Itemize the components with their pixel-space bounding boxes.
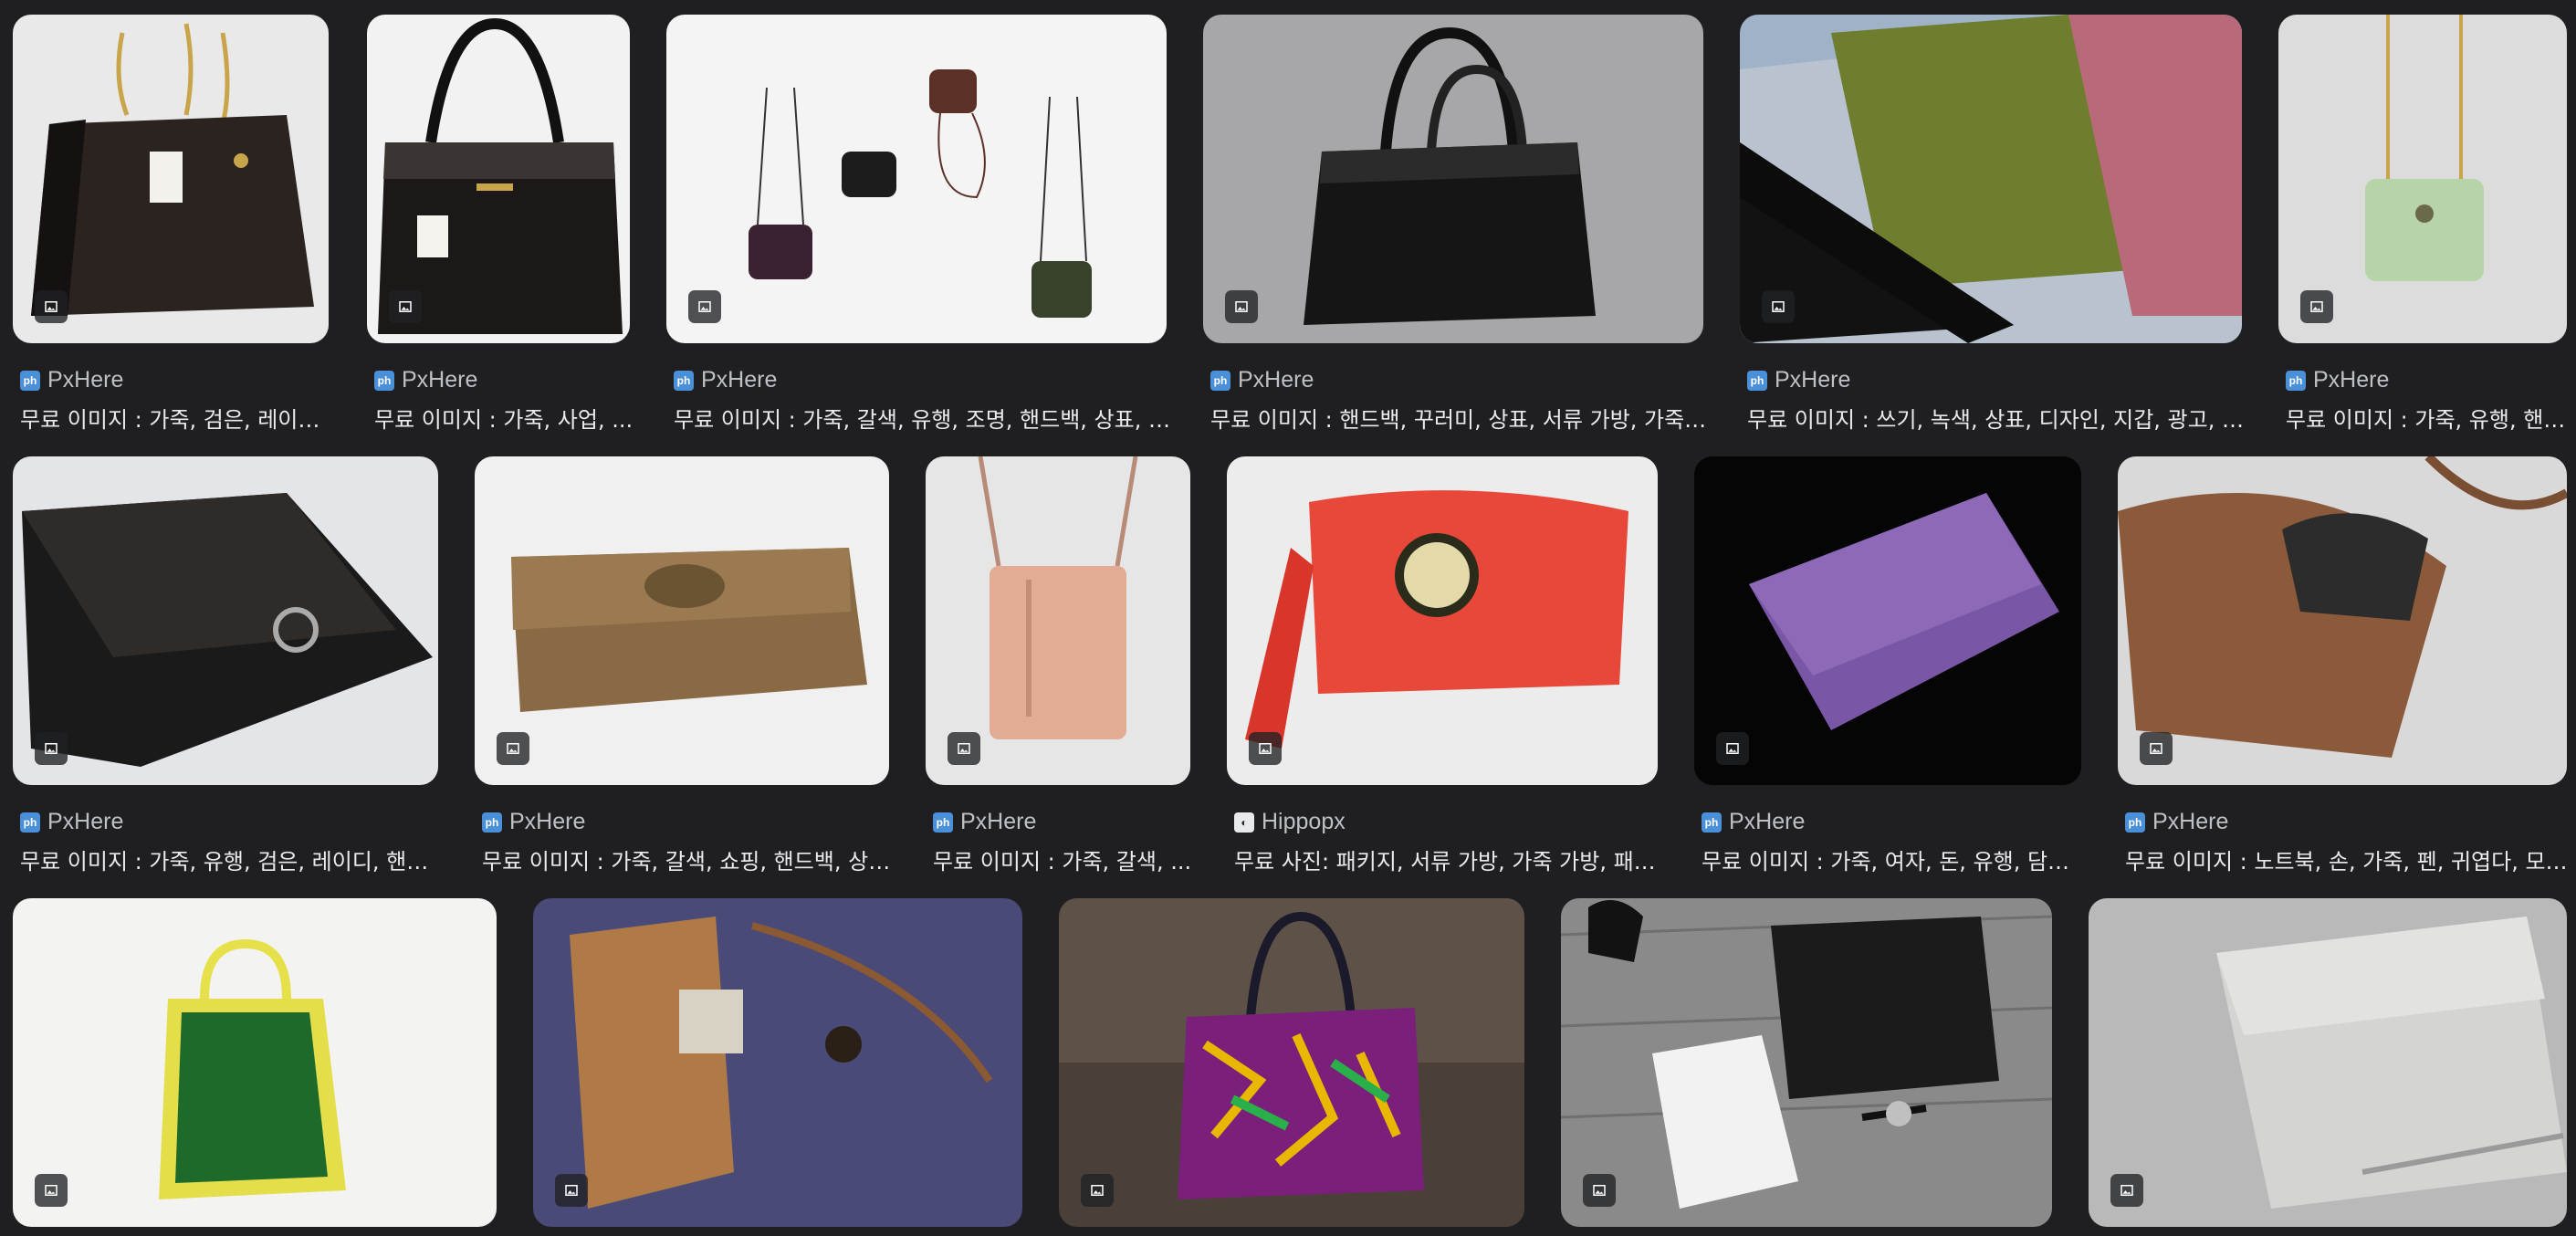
pxhere-favicon-icon: ph xyxy=(482,812,502,833)
result-thumbnail[interactable] xyxy=(1694,456,2081,785)
result-thumbnail[interactable] xyxy=(13,15,329,343)
result-thumbnail[interactable] xyxy=(2118,456,2567,785)
result-caption[interactable]: 무료 이미지 : 가죽, 갈색, ... xyxy=(933,843,1198,875)
pxhere-favicon-icon: ph xyxy=(1702,812,1722,833)
result-source-name: PxHere xyxy=(2313,367,2390,393)
result-thumbnail[interactable] xyxy=(1059,898,1524,1227)
pxhere-favicon-icon: ph xyxy=(674,370,694,391)
result-caption[interactable]: 무료 이미지 : 노트북, 손, 가죽, 펜, 귀엽다, 모델, ... xyxy=(2125,843,2574,875)
result-caption[interactable]: 무료 이미지 : 가죽, 사업, ... xyxy=(374,402,637,434)
result-caption[interactable]: 무료 이미지 : 쓰기, 녹색, 상표, 디자인, 지갑, 광고, 문서... xyxy=(1747,402,2249,434)
result-caption[interactable]: 무료 이미지 : 가죽, 여자, 돈, 유행, 담홍색... xyxy=(1702,843,2089,875)
pxhere-favicon-icon: ph xyxy=(1747,370,1767,391)
result-source-name: PxHere xyxy=(47,367,124,393)
image-icon xyxy=(497,732,529,765)
image-icon xyxy=(1716,732,1749,765)
result-source[interactable]: ph PxHere xyxy=(1702,809,1805,835)
result-source-name: PxHere xyxy=(701,367,778,393)
pxhere-favicon-icon: ph xyxy=(2125,812,2145,833)
result-thumbnail[interactable] xyxy=(2278,15,2567,343)
hippopx-favicon-icon: ◐ xyxy=(1234,812,1254,833)
result-source[interactable]: ◐ Hippopx xyxy=(1234,809,1346,835)
result-source-name: PxHere xyxy=(402,367,478,393)
result-source[interactable]: ph PxHere xyxy=(374,367,477,393)
result-caption[interactable]: 무료 이미지 : 가죽, 갈색, 유행, 조명, 핸드백, 상표, 생... xyxy=(674,402,1174,434)
result-source[interactable]: ph PxHere xyxy=(1210,367,1314,393)
image-icon xyxy=(688,290,721,323)
result-source[interactable]: ph PxHere xyxy=(20,809,123,835)
result-source[interactable]: ph PxHere xyxy=(1747,367,1850,393)
image-icon xyxy=(35,1174,68,1207)
result-thumbnail[interactable] xyxy=(2089,898,2567,1227)
result-thumbnail[interactable] xyxy=(1561,898,2052,1227)
result-source[interactable]: ph PxHere xyxy=(482,809,585,835)
pxhere-favicon-icon: ph xyxy=(933,812,953,833)
image-icon xyxy=(2140,732,2173,765)
image-icon xyxy=(389,290,422,323)
image-icon xyxy=(1762,290,1795,323)
result-source-name: PxHere xyxy=(47,809,124,834)
result-thumbnail[interactable] xyxy=(13,456,438,785)
result-caption[interactable]: 무료 이미지 : 가죽, 유행, 검은, 레이디, 핸드백... xyxy=(20,843,445,875)
image-icon xyxy=(2110,1174,2143,1207)
result-source-name: PxHere xyxy=(1775,367,1851,393)
result-thumbnail[interactable] xyxy=(1227,456,1658,785)
image-icon xyxy=(35,732,68,765)
result-source[interactable]: ph PxHere xyxy=(2125,809,2228,835)
image-icon xyxy=(35,290,68,323)
pxhere-favicon-icon: ph xyxy=(20,812,40,833)
result-thumbnail[interactable] xyxy=(666,15,1167,343)
result-caption[interactable]: 무료 이미지 : 핸드백, 꾸러미, 상표, 서류 가방, 가죽 가... xyxy=(1210,402,1711,434)
image-icon xyxy=(1583,1174,1616,1207)
result-source-name: Hippopx xyxy=(1262,809,1346,834)
image-icon xyxy=(555,1174,588,1207)
result-thumbnail[interactable] xyxy=(13,898,497,1227)
image-icon xyxy=(948,732,980,765)
result-thumbnail[interactable] xyxy=(1203,15,1703,343)
image-icon xyxy=(2300,290,2333,323)
result-caption[interactable]: 무료 이미지 : 가죽, 검은, 레이디, ... xyxy=(20,402,336,434)
pxhere-favicon-icon: ph xyxy=(374,370,394,391)
result-source[interactable]: ph PxHere xyxy=(933,809,1036,835)
result-source-name: PxHere xyxy=(1729,809,1806,834)
result-caption[interactable]: 무료 이미지 : 가죽, 갈색, 쇼핑, 핸드백, 상표, ... xyxy=(482,843,896,875)
result-caption[interactable]: 무료 이미지 : 가죽, 유행, 핸드... xyxy=(2286,402,2574,434)
result-thumbnail[interactable] xyxy=(926,456,1190,785)
pxhere-favicon-icon: ph xyxy=(20,370,40,391)
result-thumbnail[interactable] xyxy=(475,456,889,785)
pxhere-favicon-icon: ph xyxy=(2286,370,2306,391)
result-source-name: PxHere xyxy=(2152,809,2229,834)
result-source-name: PxHere xyxy=(1238,367,1314,393)
result-thumbnail[interactable] xyxy=(533,898,1022,1227)
image-icon xyxy=(1225,290,1258,323)
result-source-name: PxHere xyxy=(509,809,586,834)
image-icon xyxy=(1081,1174,1114,1207)
result-source-name: PxHere xyxy=(960,809,1037,834)
result-caption[interactable]: 무료 사진: 패키지, 서류 가방, 가죽 가방, 패션, ... xyxy=(1234,843,1665,875)
result-thumbnail[interactable] xyxy=(367,15,630,343)
result-thumbnail[interactable] xyxy=(1740,15,2242,343)
result-source[interactable]: ph PxHere xyxy=(674,367,777,393)
result-source[interactable]: ph PxHere xyxy=(20,367,123,393)
pxhere-favicon-icon: ph xyxy=(1210,370,1230,391)
result-source[interactable]: ph PxHere xyxy=(2286,367,2389,393)
image-icon xyxy=(1249,732,1282,765)
